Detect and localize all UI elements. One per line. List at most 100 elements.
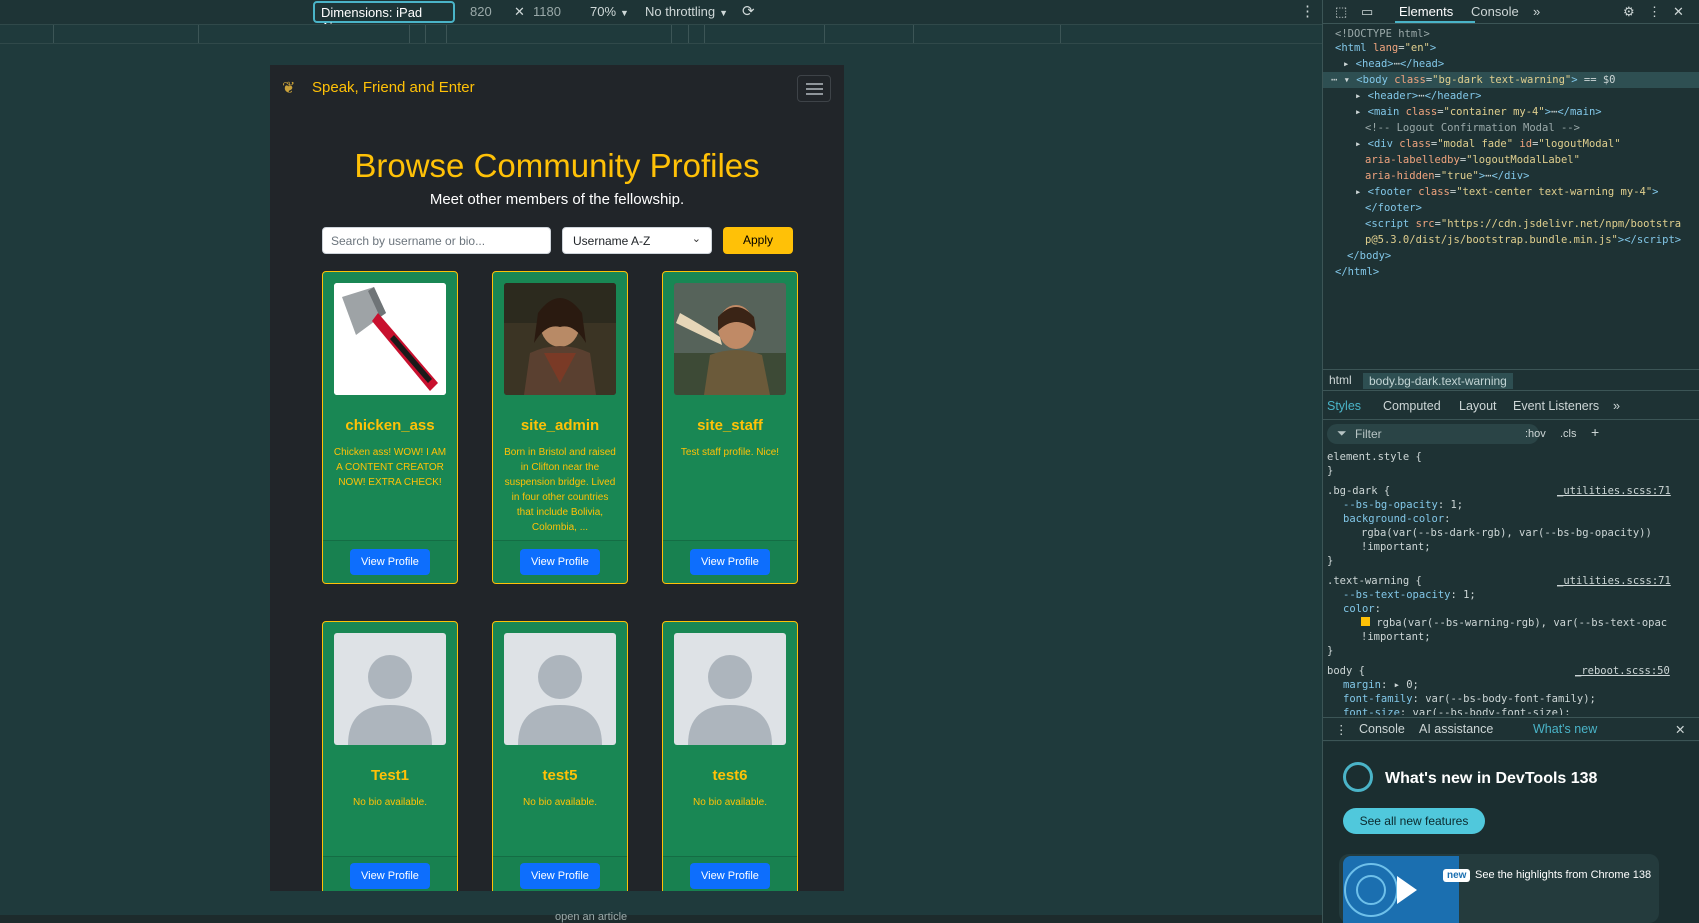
navbar-toggler[interactable] bbox=[797, 75, 831, 102]
card-footer: View Profile bbox=[663, 856, 797, 891]
styles-pane[interactable]: element.style { } .bg-dark { _utilities.… bbox=[1327, 450, 1692, 715]
tab-elements[interactable]: Elements bbox=[1399, 4, 1453, 19]
profile-bio: Born in Bristol and raised in Clifton ne… bbox=[504, 447, 616, 533]
styles-tabs: Styles Computed Layout Event Listeners » bbox=[1323, 394, 1699, 420]
close-icon[interactable]: ✕ bbox=[1675, 722, 1685, 737]
view-profile-button[interactable]: View Profile bbox=[520, 549, 600, 575]
profile-bio: Test staff profile. Nice! bbox=[680, 447, 780, 458]
card-footer: View Profile bbox=[493, 856, 627, 891]
view-profile-button[interactable]: View Profile bbox=[690, 863, 770, 889]
chevron-down-icon: ▼ bbox=[620, 8, 629, 18]
search-input[interactable] bbox=[322, 227, 551, 254]
new-badge: new bbox=[1443, 869, 1471, 882]
view-profile-button[interactable]: View Profile bbox=[350, 549, 430, 575]
profile-card: site_staff Test staff profile. Nice! Vie… bbox=[662, 271, 798, 584]
tab-styles[interactable]: Styles bbox=[1327, 399, 1361, 413]
profile-bio: No bio available. bbox=[523, 797, 597, 808]
width-field[interactable]: 820 bbox=[470, 4, 492, 19]
profile-username: test5 bbox=[542, 767, 578, 784]
drawer-tab-console[interactable]: Console bbox=[1359, 722, 1405, 736]
navbar: ❦ Speak, Friend and Enter bbox=[270, 65, 844, 111]
ranger-avatar bbox=[504, 283, 616, 395]
close-icon[interactable]: ✕ bbox=[1673, 4, 1684, 20]
dom-tree[interactable]: <!DOCTYPE html> <html lang="en"> ▸ <head… bbox=[1323, 26, 1699, 366]
cls-toggle[interactable]: .cls bbox=[1560, 428, 1577, 440]
whats-new-panel: What's new in DevTools 138 See all new f… bbox=[1323, 742, 1699, 923]
card-footer: View Profile bbox=[323, 540, 457, 583]
more-options-icon[interactable]: ⋮ bbox=[1648, 4, 1661, 20]
device-toggle-icon[interactable]: ▭ bbox=[1361, 4, 1373, 20]
drawer-tab-ai-assistance[interactable]: AI assistance bbox=[1419, 722, 1493, 736]
underlying-page-peek: open an article bbox=[0, 911, 1322, 923]
see-all-features-button[interactable]: See all new features bbox=[1343, 808, 1485, 834]
chevron-down-icon: ⌄ bbox=[691, 233, 701, 245]
profile-username: site_staff bbox=[697, 417, 763, 434]
height-field[interactable]: 1180 bbox=[533, 4, 561, 19]
tab-computed[interactable]: Computed bbox=[1383, 399, 1441, 413]
profile-card: test5 No bio available. View Profile bbox=[492, 621, 628, 891]
profile-username: test6 bbox=[712, 767, 748, 784]
filter-icon: ⏷ bbox=[1337, 426, 1347, 440]
hov-toggle[interactable]: :hov bbox=[1525, 428, 1546, 440]
default-avatar-icon bbox=[334, 633, 446, 745]
swap-dimensions-icon[interactable]: ✕ bbox=[514, 4, 525, 20]
tab-console[interactable]: Console bbox=[1471, 4, 1519, 19]
media-query-ruler bbox=[0, 24, 1322, 44]
profile-bio: No bio available. bbox=[693, 797, 767, 808]
dimensions-dropdown[interactable]: Dimensions: iPad Air▼ bbox=[313, 1, 455, 35]
profile-bio: No bio available. bbox=[353, 797, 427, 808]
breadcrumb-html[interactable]: html bbox=[1329, 373, 1352, 387]
profile-bio: Chicken ass! WOW! I AM A CONTENT CREATOR… bbox=[333, 447, 447, 488]
horn-blower-avatar bbox=[674, 283, 786, 395]
breadcrumb: html body.bg-dark.text-warning bbox=[1323, 369, 1699, 391]
video-thumbnail bbox=[1343, 856, 1459, 923]
drawer-tabs: ⋮ Console AI assistance What's new ✕ bbox=[1323, 717, 1699, 741]
highlights-text: See the highlights from Chrome 138 bbox=[1475, 869, 1652, 881]
more-options-icon[interactable]: ⋮ bbox=[1300, 2, 1315, 20]
lotr-tree-icon: ❦ bbox=[282, 80, 296, 97]
tab-layout[interactable]: Layout bbox=[1459, 399, 1497, 413]
settings-gear-icon[interactable]: ⚙ bbox=[1623, 4, 1635, 20]
profile-username: Test1 bbox=[370, 767, 410, 784]
view-profile-button[interactable]: View Profile bbox=[350, 863, 430, 889]
default-avatar-icon bbox=[674, 633, 786, 745]
card-footer: View Profile bbox=[323, 856, 457, 891]
drawer-menu-icon[interactable]: ⋮ bbox=[1335, 722, 1348, 737]
axe-avatar bbox=[334, 283, 446, 395]
device-toolbar: Dimensions: iPad Air▼ 820 ✕ 1180 70%▼ No… bbox=[0, 0, 1322, 35]
page-subtitle: Meet other members of the fellowship. bbox=[429, 191, 685, 208]
profile-card: chicken_ass Chicken ass! WOW! I AM A CON… bbox=[322, 271, 458, 584]
more-tabs-icon[interactable]: » bbox=[1533, 4, 1540, 19]
profile-card: Test1 No bio available. View Profile bbox=[322, 621, 458, 891]
brand-link[interactable]: Speak, Friend and Enter bbox=[312, 79, 475, 96]
styles-filter-input[interactable]: ⏷ Filter bbox=[1327, 424, 1539, 444]
drawer-tab-whats-new[interactable]: What's new bbox=[1533, 722, 1597, 736]
whats-new-title: What's new in DevTools 138 bbox=[1385, 770, 1598, 787]
devtools-tabs: ⬚ ▭ Elements Console » ⚙ ⋮ ✕ bbox=[1323, 0, 1699, 24]
profile-card: test6 No bio available. View Profile bbox=[662, 621, 798, 891]
profile-username: site_admin bbox=[520, 417, 600, 434]
profile-username: chicken_ass bbox=[345, 417, 435, 434]
page-title: Browse Community Profiles bbox=[354, 147, 760, 184]
card-footer: View Profile bbox=[493, 540, 627, 583]
sort-select[interactable]: Username A-Z ⌄ bbox=[562, 227, 712, 254]
throttling-dropdown[interactable]: No throttling ▼ bbox=[645, 4, 728, 19]
devtools-panel: ⬚ ▭ Elements Console » ⚙ ⋮ ✕ <!DOCTYPE h… bbox=[1322, 0, 1699, 923]
inspect-icon[interactable]: ⬚ bbox=[1335, 4, 1347, 20]
breadcrumb-body[interactable]: body.bg-dark.text-warning bbox=[1363, 373, 1513, 389]
rotate-icon[interactable]: ⟳ bbox=[742, 2, 755, 20]
zoom-dropdown[interactable]: 70% ▼ bbox=[590, 4, 629, 19]
apply-button[interactable]: Apply bbox=[723, 227, 793, 254]
view-profile-button[interactable]: View Profile bbox=[690, 549, 770, 575]
add-rule-icon[interactable]: + bbox=[1591, 424, 1599, 440]
chrome-devtools-logo-icon bbox=[1343, 762, 1373, 792]
highlights-card[interactable]: new See the highlights from Chrome 138 bbox=[1339, 854, 1659, 923]
card-footer: View Profile bbox=[663, 540, 797, 583]
profile-card: site_admin Born in Bristol and raised in… bbox=[492, 271, 628, 584]
view-profile-button[interactable]: View Profile bbox=[520, 863, 600, 889]
tab-event-listeners[interactable]: Event Listeners bbox=[1513, 399, 1599, 413]
device-viewport: ❦ Speak, Friend and Enter Browse Communi… bbox=[270, 65, 844, 891]
chevron-down-icon: ▼ bbox=[719, 8, 729, 18]
default-avatar-icon bbox=[504, 633, 616, 745]
more-tabs-icon[interactable]: » bbox=[1613, 399, 1620, 413]
